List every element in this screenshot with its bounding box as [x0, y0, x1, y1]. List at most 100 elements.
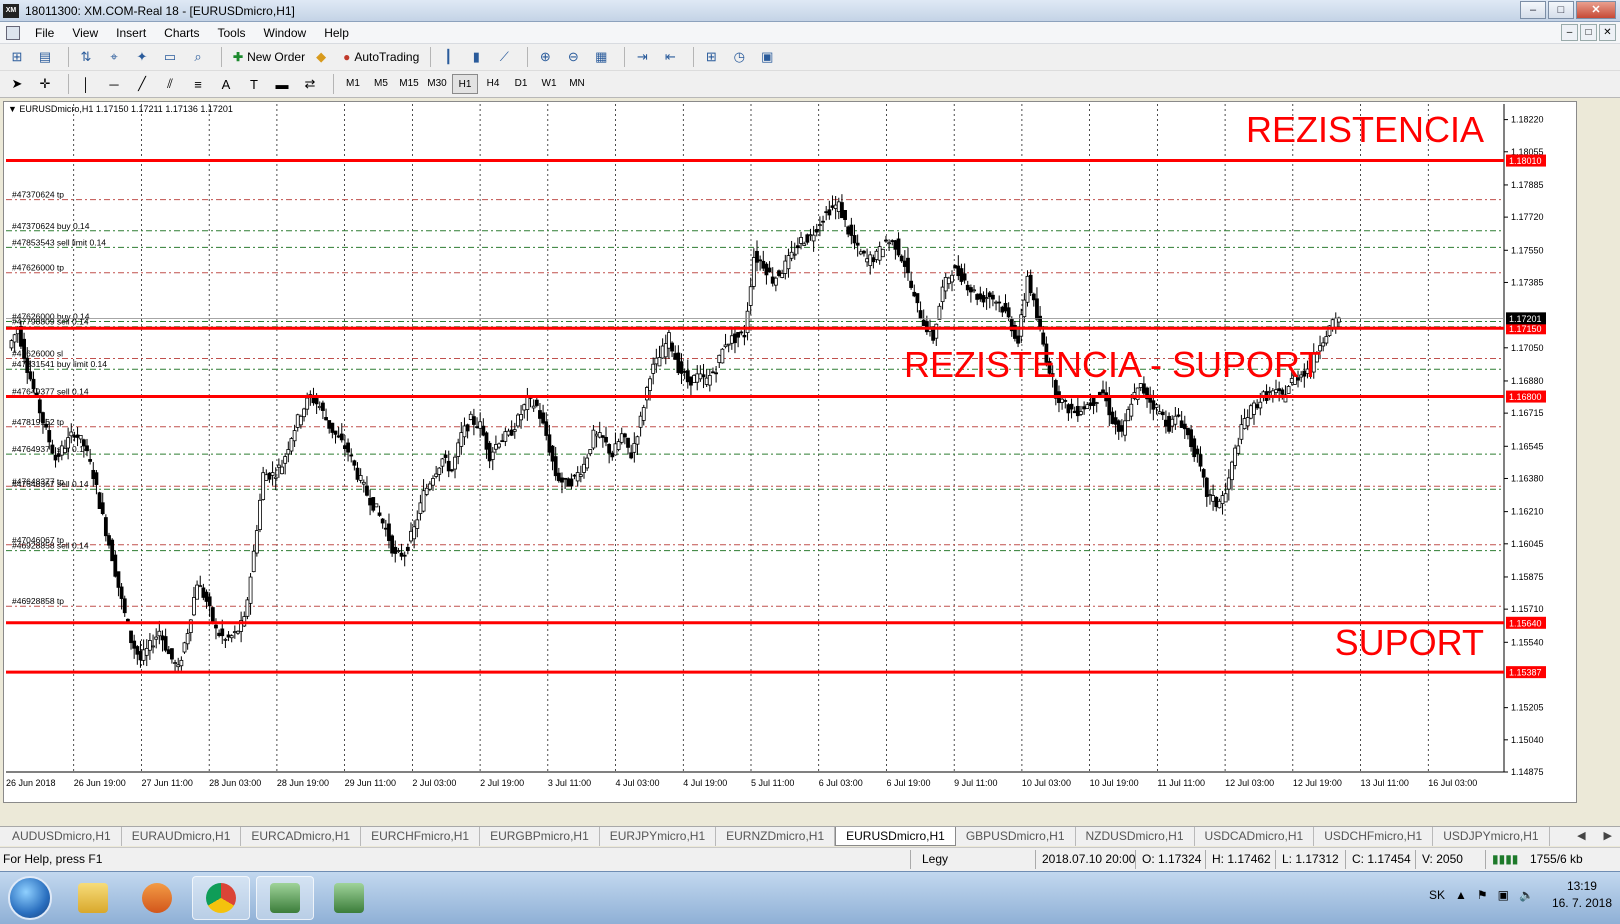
menu-charts[interactable]: Charts — [155, 22, 208, 44]
candlestick-icon[interactable]: ▮ — [465, 46, 487, 68]
arrows-icon[interactable]: ⇄ — [299, 73, 321, 95]
bar-chart-icon[interactable]: ┃ — [437, 46, 459, 68]
candle-body — [906, 257, 910, 274]
maximize-button[interactable]: □ — [1548, 1, 1574, 19]
tab-eurjpy[interactable]: EURJPYmicro,H1 — [600, 827, 717, 846]
market-watch-icon[interactable]: ⇅ — [75, 46, 97, 68]
new-order-button[interactable]: ✚ New Order — [228, 46, 310, 68]
zoom-in-icon[interactable]: ⊕ — [534, 46, 556, 68]
volume-icon[interactable]: 🔈 — [1519, 888, 1534, 902]
menu-insert[interactable]: Insert — [107, 22, 155, 44]
menu-file[interactable]: File — [26, 22, 63, 44]
autotrading-button[interactable]: ● AutoTrading — [338, 46, 424, 68]
minimize-button[interactable]: – — [1520, 1, 1546, 19]
text-label-icon[interactable]: T — [243, 73, 265, 95]
explorer-task[interactable] — [64, 876, 122, 920]
x-axis-tick-label: 26 Jun 19:00 — [74, 778, 126, 788]
mdi-minimize-button[interactable]: – — [1561, 24, 1578, 41]
trendline-icon[interactable]: ╱ — [131, 73, 153, 95]
tray-expand-icon[interactable]: ▲ — [1455, 888, 1467, 902]
channel-icon[interactable]: ⫽ — [159, 73, 181, 95]
mdi-restore-button[interactable]: □ — [1580, 24, 1597, 41]
candle-body — [1110, 411, 1115, 424]
text-icon[interactable]: A — [215, 73, 237, 95]
tab-gbpusd[interactable]: GBPUSDmicro,H1 — [956, 827, 1076, 846]
new-chart-icon[interactable]: ⊞ — [6, 46, 28, 68]
fibonacci-icon[interactable]: ≡ — [187, 73, 209, 95]
network-icon[interactable]: ▣ — [1498, 888, 1509, 902]
data-window-icon[interactable]: ⌖ — [103, 46, 125, 68]
tab-eurusd[interactable]: EURUSDmicro,H1 — [835, 827, 956, 846]
tab-scroll-left-icon[interactable]: ◀ — [1577, 827, 1585, 846]
indicators-icon[interactable]: ⊞ — [700, 46, 722, 68]
tab-audusd[interactable]: AUDUSDmicro,H1 — [2, 827, 122, 846]
tab-usdchf[interactable]: USDCHFmicro,H1 — [1314, 827, 1434, 846]
periods-icon[interactable]: ◷ — [728, 46, 750, 68]
timeframe-m15[interactable]: M15 — [396, 74, 422, 94]
start-button-icon[interactable] — [8, 876, 52, 920]
candle-body — [365, 485, 369, 496]
media-player-task[interactable] — [128, 876, 186, 920]
y-axis-tick-label: 1.15540 — [1511, 637, 1544, 647]
tab-eurnzd[interactable]: EURNZDmicro,H1 — [716, 827, 836, 846]
tab-euraud[interactable]: EURAUDmicro,H1 — [122, 827, 242, 846]
document-icon[interactable] — [6, 25, 20, 40]
candle-body — [786, 255, 791, 270]
tab-eurcad[interactable]: EURCADmicro,H1 — [241, 827, 362, 846]
menu-help[interactable]: Help — [315, 22, 358, 44]
navigator-icon[interactable]: ✦ — [131, 46, 153, 68]
y-axis-tick-label: 1.17885 — [1511, 180, 1544, 190]
timeframe-m5[interactable]: M5 — [368, 74, 394, 94]
chart-shift-icon[interactable]: ⇤ — [659, 46, 681, 68]
tab-usdjpy[interactable]: USDJPYmicro,H1 — [1433, 827, 1550, 846]
status-help: For Help, press F1 — [3, 852, 103, 866]
chart-tabs: AUDUSDmicro,H1 EURAUDmicro,H1 EURCADmicr… — [0, 826, 1620, 846]
templates-icon[interactable]: ▣ — [756, 46, 778, 68]
status-traffic: 1755/6 kb — [1530, 852, 1583, 866]
menu-tools[interactable]: Tools — [209, 22, 255, 44]
timeframe-m30[interactable]: M30 — [424, 74, 450, 94]
status-divider — [1275, 850, 1276, 869]
timeframe-m1[interactable]: M1 — [340, 74, 366, 94]
autoscroll-icon[interactable]: ⇥ — [631, 46, 653, 68]
menu-view[interactable]: View — [63, 22, 107, 44]
metaeditor-icon[interactable]: ◆ — [310, 46, 332, 68]
line-chart-icon[interactable]: ⟋ — [493, 46, 515, 68]
language-indicator[interactable]: SK — [1429, 888, 1445, 902]
candle-body — [915, 293, 920, 304]
chart-window[interactable]: 26 Jun 2018 26 Jun 19:00 27 Jun 11:00 28 Ju… — [3, 101, 1577, 803]
tab-scroll-right-icon[interactable]: ▶ — [1604, 827, 1612, 846]
candle-body — [475, 426, 479, 429]
vertical-line-icon[interactable]: │ — [75, 73, 97, 95]
tab-nzdusd[interactable]: NZDUSDmicro,H1 — [1076, 827, 1195, 846]
tab-usdcad[interactable]: USDCADmicro,H1 — [1195, 827, 1315, 846]
strategy-tester-icon[interactable]: ⌕ — [187, 46, 209, 68]
candle-body — [305, 397, 310, 410]
tab-eurchf[interactable]: EURCHFmicro,H1 — [361, 827, 481, 846]
rectangle-icon[interactable]: ▬ — [271, 73, 293, 95]
metatrader-second-task[interactable] — [320, 876, 378, 920]
flag-icon[interactable]: ⚑ — [1477, 888, 1488, 902]
price-chart[interactable]: 26 Jun 2018 26 Jun 19:00 27 Jun 11:00 28 Ju… — [4, 102, 1578, 804]
profiles-icon[interactable]: ▤ — [34, 46, 56, 68]
tray-clock[interactable]: 13:19 16. 7. 2018 — [1552, 878, 1612, 912]
zoom-out-icon[interactable]: ⊖ — [562, 46, 584, 68]
tile-windows-icon[interactable]: ▦ — [590, 46, 612, 68]
timeframe-w1[interactable]: W1 — [536, 74, 562, 94]
tab-eurgbp[interactable]: EURGBPmicro,H1 — [480, 827, 600, 846]
horizontal-line-icon[interactable]: ─ — [103, 73, 125, 95]
chrome-task[interactable] — [192, 876, 250, 920]
menu-window[interactable]: Window — [255, 22, 316, 44]
timeframe-mn[interactable]: MN — [564, 74, 590, 94]
close-button[interactable]: ✕ — [1576, 1, 1616, 19]
candle-body — [880, 248, 885, 258]
terminal-icon[interactable]: ▭ — [159, 46, 181, 68]
timeframe-h4[interactable]: H4 — [480, 74, 506, 94]
crosshair-icon[interactable]: ✛ — [34, 73, 56, 95]
mdi-close-button[interactable]: ✕ — [1599, 24, 1616, 41]
metatrader-task[interactable] — [256, 876, 314, 920]
cursor-icon[interactable]: ➤ — [6, 73, 28, 95]
timeframe-h1[interactable]: H1 — [452, 74, 478, 94]
candle-body — [289, 438, 294, 452]
timeframe-d1[interactable]: D1 — [508, 74, 534, 94]
